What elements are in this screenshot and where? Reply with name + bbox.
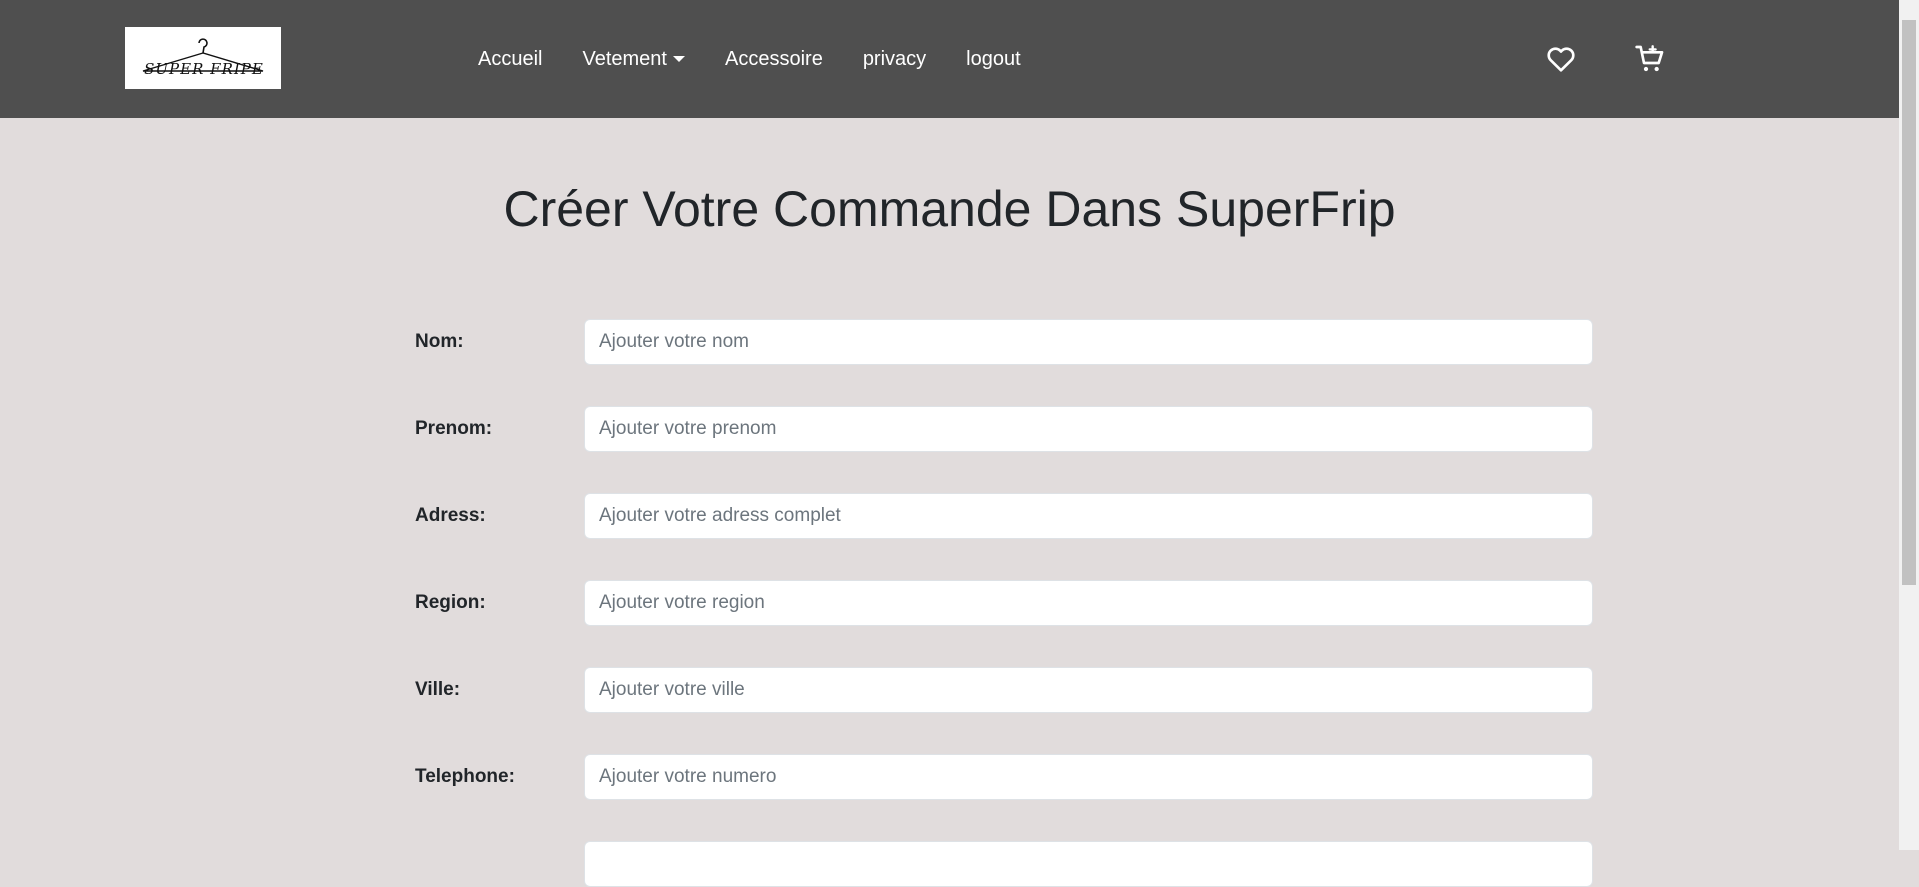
- logo-text: SUPER FRIPE: [144, 60, 264, 78]
- telephone-label: Telephone:: [415, 766, 515, 787]
- nom-input[interactable]: [584, 319, 1593, 365]
- region-input[interactable]: [584, 580, 1593, 626]
- region-label: Region:: [415, 592, 486, 613]
- nav-vetement-label: Vetement: [582, 47, 667, 70]
- logo-image: SUPER FRIPE: [133, 33, 273, 83]
- nav-logout[interactable]: logout: [966, 48, 1021, 71]
- page-title: Créer Votre Commande Dans SuperFrip: [503, 181, 1396, 237]
- cart-icon[interactable]: [1634, 43, 1666, 75]
- form-row-ville: Ville:: [415, 667, 1593, 713]
- form-row-next: [415, 841, 1593, 887]
- main-nav: Accueil Vetement Accessoire privacy logo…: [478, 0, 1021, 118]
- telephone-input[interactable]: [584, 754, 1593, 800]
- logo[interactable]: SUPER FRIPE: [125, 27, 281, 89]
- adress-input[interactable]: [584, 493, 1593, 539]
- nav-accessoire-label: Accessoire: [725, 47, 823, 70]
- prenom-input[interactable]: [584, 406, 1593, 452]
- ville-input[interactable]: [584, 667, 1593, 713]
- heart-icon[interactable]: [1545, 43, 1577, 75]
- form-row-nom: Nom:: [415, 319, 1593, 365]
- scrollbar-thumb[interactable]: [1902, 20, 1916, 585]
- nav-accueil[interactable]: Accueil: [478, 48, 542, 71]
- main-content: Créer Votre Commande Dans SuperFrip Nom:…: [0, 118, 1899, 887]
- form-row-region: Region:: [415, 580, 1593, 626]
- prenom-label: Prenom:: [415, 418, 493, 439]
- nav-logout-label: logout: [966, 47, 1021, 70]
- nav-privacy[interactable]: privacy: [863, 48, 926, 71]
- navbar: SUPER FRIPE Accueil Vetement Accessoire …: [0, 0, 1899, 118]
- nav-accueil-label: Accueil: [478, 47, 543, 70]
- caret-down-icon: [673, 56, 685, 62]
- nav-privacy-label: privacy: [862, 47, 927, 70]
- form-row-prenom: Prenom:: [415, 406, 1593, 452]
- adress-label: Adress:: [415, 505, 486, 526]
- form-row-adress: Adress:: [415, 493, 1593, 539]
- nav-vetement-dropdown[interactable]: Vetement: [582, 48, 685, 71]
- nom-label: Nom:: [415, 331, 464, 352]
- ville-label: Ville:: [415, 679, 461, 700]
- nav-accessoire[interactable]: Accessoire: [725, 48, 823, 71]
- form-row-telephone: Telephone:: [415, 754, 1593, 800]
- vertical-scrollbar[interactable]: [1899, 0, 1919, 850]
- next-input[interactable]: [584, 841, 1593, 887]
